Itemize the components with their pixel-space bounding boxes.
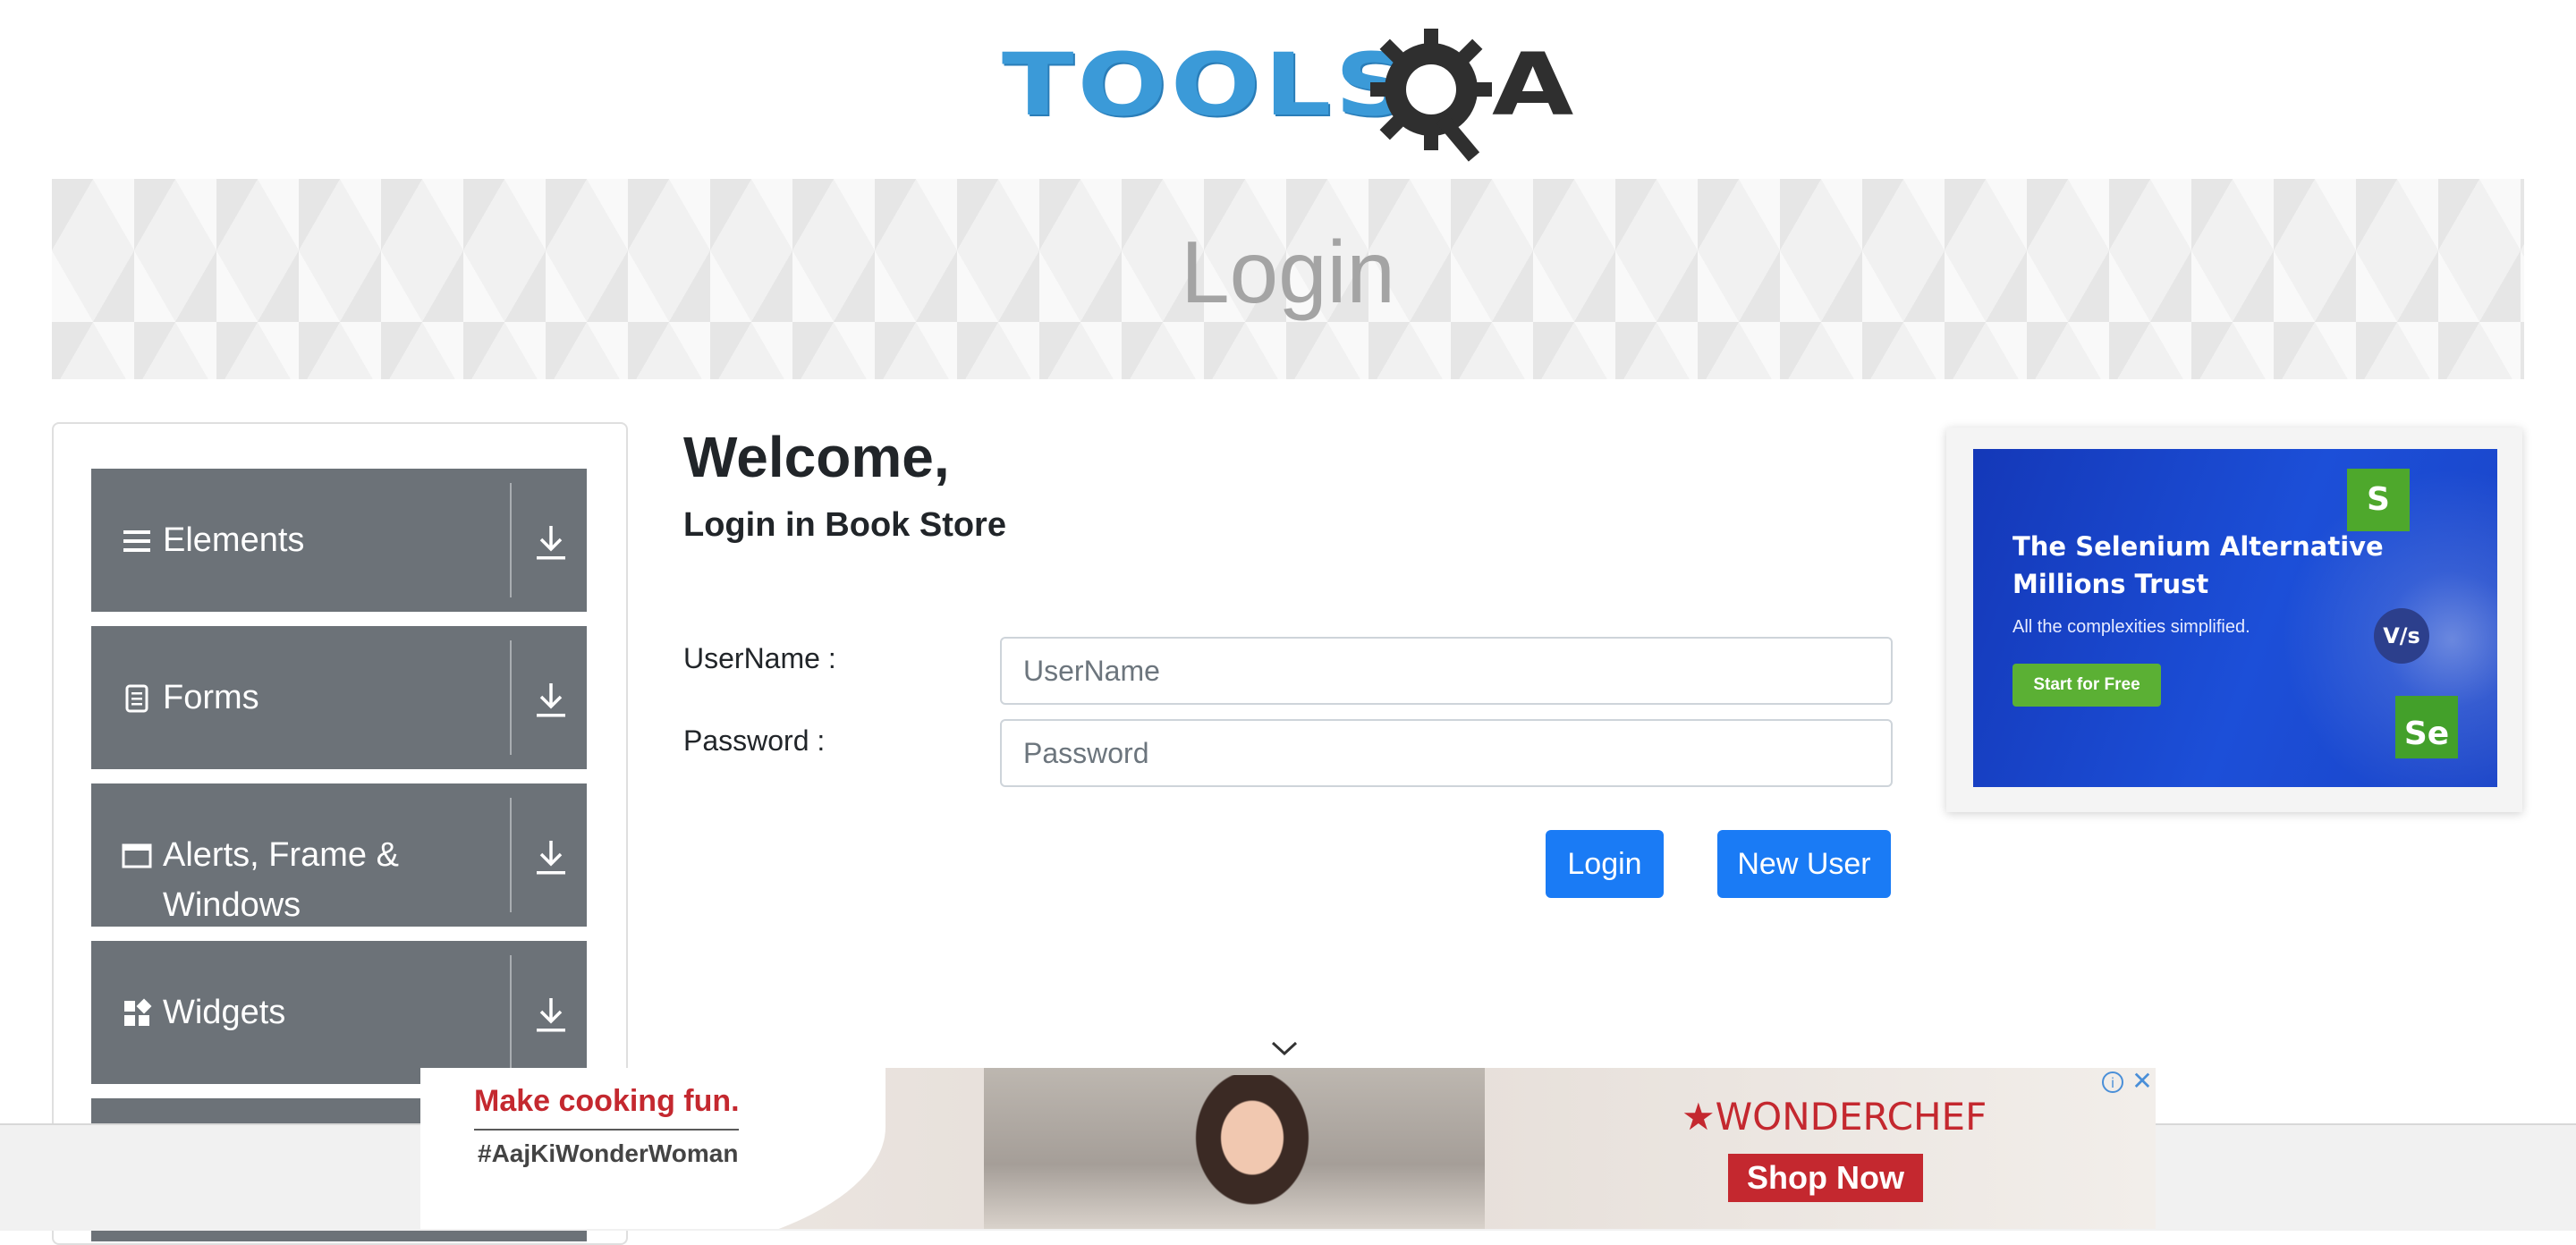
nav-group-label: Elements <box>163 521 305 559</box>
chevron-down-icon[interactable] <box>1270 1039 1299 1057</box>
nav-group-forms[interactable]: Forms <box>91 626 587 769</box>
s-logo-tile: S <box>2347 469 2410 531</box>
ad-close-icon[interactable]: ✕ <box>2129 1068 2156 1095</box>
ad-underline <box>474 1129 739 1131</box>
password-input[interactable] <box>1000 719 1893 787</box>
ad-headline: The Selenium Alternative Millions Trust <box>2012 531 2384 599</box>
ad-subline: All the complexities simplified. <box>2012 617 2250 637</box>
side-ad-banner[interactable]: The Selenium Alternative Millions Trust … <box>1973 449 2497 787</box>
toolsqa-logo[interactable]: TOOLS A <box>1002 25 1583 168</box>
ad-info-icon[interactable]: i <box>2102 1071 2123 1093</box>
nav-group-label: Widgets <box>163 994 286 1031</box>
login-button[interactable]: Login <box>1546 830 1664 898</box>
widgets-icon <box>124 998 152 1026</box>
logo-word: TOOLS <box>1002 34 1415 136</box>
divider <box>510 483 512 597</box>
versus-badge: V/s <box>2374 608 2429 664</box>
gear-magnifier-icon <box>1370 29 1492 162</box>
download-arrow-icon[interactable] <box>533 995 569 1034</box>
nav-group-alerts[interactable]: Alerts, Frame & Windows <box>91 783 587 927</box>
ad-start-button[interactable]: Start for Free <box>2012 664 2161 707</box>
hamburger-icon <box>123 530 150 552</box>
divider <box>510 640 512 755</box>
bottom-ad[interactable]: Make cooking fun. #AajKiWonderWoman ★WON… <box>420 1068 2156 1229</box>
window-icon <box>122 843 152 868</box>
username-input[interactable] <box>1000 637 1893 705</box>
document-icon <box>125 684 148 713</box>
nav-group-widgets[interactable]: Widgets <box>91 941 587 1084</box>
download-arrow-icon[interactable] <box>533 680 569 719</box>
nav-group-label: Forms <box>163 679 259 716</box>
username-label: UserName : <box>683 642 836 674</box>
ad-brand-text: WONDERCHEF <box>1715 1095 1987 1139</box>
new-user-button[interactable]: New User <box>1717 830 1891 898</box>
nav-group-label: Alerts, Frame & Windows <box>163 836 399 924</box>
download-arrow-icon[interactable] <box>533 837 569 877</box>
page-title: Login <box>1181 223 1395 321</box>
logo-letter-a: A <box>1492 34 1574 136</box>
shop-now-button[interactable]: Shop Now <box>1728 1154 1923 1202</box>
page-banner: Login <box>52 179 2524 379</box>
download-arrow-icon[interactable] <box>533 522 569 562</box>
ad-person-image <box>1154 1075 1351 1229</box>
side-ad[interactable]: The Selenium Alternative Millions Trust … <box>1946 428 2522 812</box>
ad-hashtag: #AajKiWonderWoman <box>478 1139 739 1167</box>
ad-brand: ★WONDERCHEF <box>1682 1095 1987 1139</box>
welcome-heading: Welcome, <box>683 425 950 489</box>
login-subtitle: Login in Book Store <box>683 506 1006 544</box>
selenium-logo-tile: Se <box>2395 696 2458 758</box>
divider <box>510 955 512 1070</box>
ad-tagline: Make cooking fun. <box>474 1084 740 1118</box>
nav-group-elements[interactable]: Elements <box>91 469 587 612</box>
password-label: Password : <box>683 724 826 757</box>
divider <box>510 798 512 912</box>
